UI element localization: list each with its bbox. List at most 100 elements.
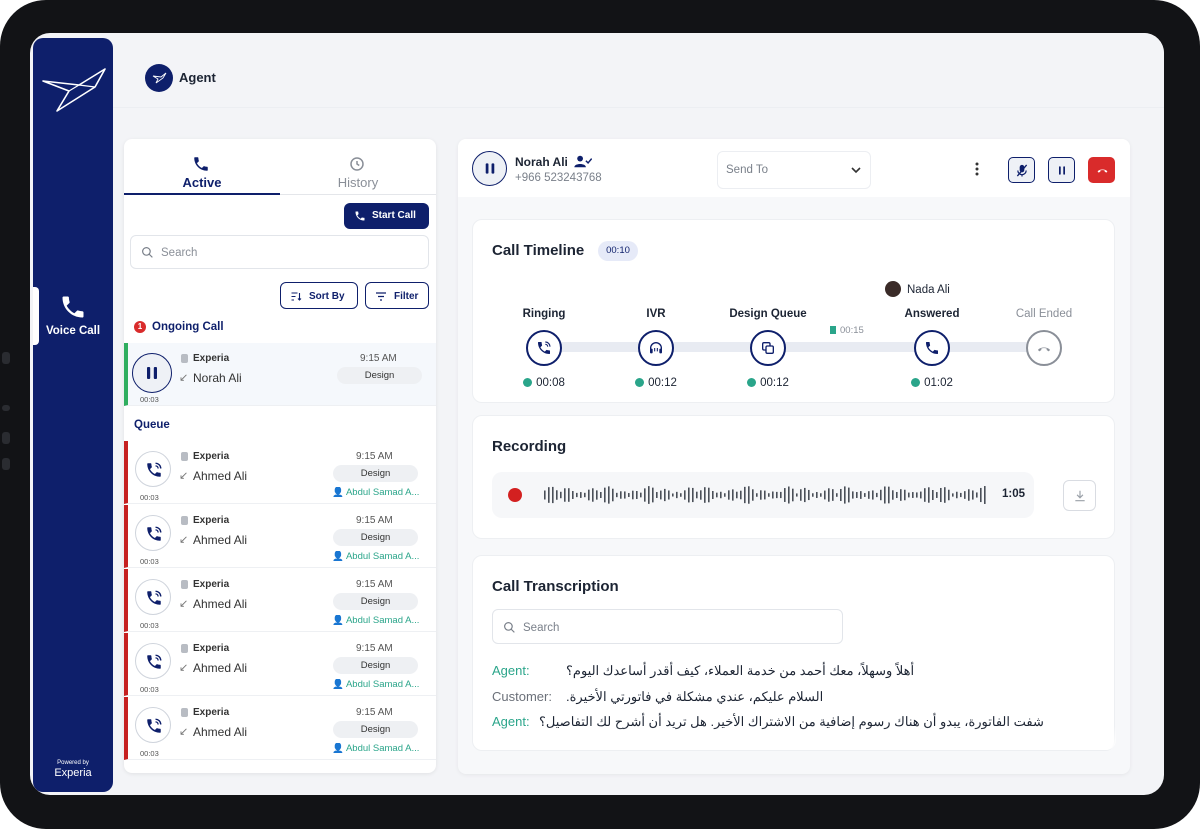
queue-row[interactable]: 00:03 Experia ↙ Ahmed Ali 9:15 AM Design … — [124, 505, 436, 568]
download-button[interactable] — [1063, 480, 1096, 511]
waveform-bar — [932, 490, 934, 500]
waveform-bar — [592, 488, 594, 502]
waveform-bar — [596, 490, 598, 500]
pause-icon — [147, 367, 157, 379]
waveform-bar — [856, 492, 858, 498]
waveform-bar — [824, 490, 826, 500]
waveform-bar — [576, 492, 578, 498]
call-duration: 00:03 — [140, 685, 159, 694]
step-label: Design Queue — [729, 308, 807, 320]
queue-row[interactable]: 00:03 Experia ↙ Ahmed Ali 9:15 AM Design … — [124, 441, 436, 504]
transcript-text: السلام عليكم، عندي مشكلة في فاتورتي الأخ… — [566, 689, 824, 704]
transcript-line: Agent: أهلاً وسهلاً، معك أحمد من خدمة ال… — [492, 663, 1096, 678]
waveform-bar — [740, 490, 742, 500]
start-call-button[interactable]: Start Call — [344, 203, 429, 229]
step-time: 00:12 — [601, 377, 711, 389]
timeline-step-call-ended: Call Ended — [989, 308, 1099, 371]
timeline-step-design-queue: Design Queue 00:12 — [713, 308, 823, 389]
queue-row[interactable]: 00:03 Experia ↙ Ahmed Ali 9:15 AM Design … — [124, 569, 436, 632]
tablet-frame: Voice Call Powered by Experia Agent Acti… — [0, 0, 1200, 829]
step-node — [526, 330, 562, 366]
transcription-search-placeholder: Search — [523, 622, 560, 634]
waveform-bar — [736, 491, 738, 499]
assignee: 👤 Abdul Samad A... — [332, 487, 420, 498]
waveform-bar — [936, 492, 938, 498]
transcription-search-input[interactable]: Search — [492, 609, 843, 644]
waveform-bar — [872, 490, 874, 500]
waveform-bar — [672, 493, 674, 497]
waveform-bar — [896, 491, 898, 499]
call-detail-panel: Norah Ali +966 523243768 Send To Call Ti… — [458, 139, 1130, 774]
waveform-bar — [900, 489, 902, 501]
hold-call-button[interactable] — [472, 151, 507, 186]
end-call-button[interactable] — [1088, 157, 1115, 183]
waveform-bar — [760, 490, 762, 500]
calls-panel: Active History Start Call Search Sort By… — [124, 139, 436, 773]
waveform-bar — [676, 491, 678, 499]
waveform-bar — [912, 492, 914, 498]
queue-tag: Design — [337, 367, 422, 384]
incoming-arrow-icon: ↙ — [179, 726, 189, 738]
waveform-bar — [808, 489, 810, 501]
waveform-bar — [548, 487, 550, 503]
phone-icon — [355, 211, 365, 221]
step-time: 00:08 — [489, 377, 599, 389]
ongoing-call-row[interactable]: 00:03 Experia ↙ Norah Ali 9:15 AM Design — [124, 343, 436, 406]
waveform[interactable] — [544, 481, 989, 509]
sidebar: Voice Call Powered by Experia — [33, 38, 113, 792]
call-timeline-title: Call Timeline — [492, 242, 585, 259]
waveform-bar — [812, 493, 814, 497]
assignee: 👤 Abdul Samad A... — [332, 551, 420, 562]
hold-button[interactable] — [1048, 157, 1075, 183]
incoming-arrow-icon: ↙ — [179, 662, 189, 674]
waveform-bar — [840, 488, 842, 502]
audio-player[interactable]: 1:05 — [492, 472, 1034, 518]
waveform-bar — [944, 487, 946, 503]
step-label: IVR — [646, 308, 666, 320]
company-name: Experia — [181, 643, 229, 654]
incoming-arrow-icon: ↙ — [179, 372, 189, 384]
nav-voice-call-label: Voice Call — [45, 325, 101, 337]
transcript-line: Customer: السلام عليكم، عندي مشكلة في فا… — [492, 689, 1096, 704]
filter-button[interactable]: Filter — [365, 282, 429, 309]
pause-call-button[interactable] — [132, 353, 172, 393]
queue-row[interactable]: 00:03 Experia ↙ Ahmed Ali 9:15 AM Design … — [124, 633, 436, 696]
phone-ringing-icon — [538, 341, 551, 354]
waveform-bar — [652, 487, 654, 503]
more-options-icon[interactable] — [974, 161, 980, 177]
step-time: 00:12 — [713, 377, 823, 389]
answering-agent: Nada Ali — [885, 281, 950, 297]
answer-call-button[interactable] — [135, 707, 171, 743]
tab-active[interactable]: Active — [124, 139, 280, 195]
company-name: Experia — [181, 707, 229, 718]
waveform-bar — [704, 487, 706, 503]
tab-history-label: History — [337, 175, 379, 190]
queue-row[interactable]: 00:03 Experia ↙ Ahmed Ali 9:15 AM Design … — [124, 697, 436, 760]
phone-icon — [194, 157, 208, 171]
agent-avatar[interactable] — [145, 64, 173, 92]
waveform-bar — [924, 488, 926, 502]
tab-history[interactable]: History — [280, 139, 436, 195]
sort-by-button[interactable]: Sort By — [280, 282, 358, 309]
step-time-value: 00:12 — [648, 377, 677, 389]
waveform-bar — [692, 487, 694, 503]
mute-button[interactable] — [1008, 157, 1035, 183]
answer-call-button[interactable] — [135, 579, 171, 615]
answer-call-button[interactable] — [135, 643, 171, 679]
search-input[interactable]: Search — [130, 235, 429, 269]
waveform-bar — [648, 486, 650, 504]
send-to-dropdown[interactable]: Send To — [717, 151, 871, 189]
waveform-bar — [640, 492, 642, 498]
device-side-button — [2, 432, 10, 444]
waveform-bar — [948, 489, 950, 501]
waveform-bar — [660, 490, 662, 500]
answer-call-button[interactable] — [135, 515, 171, 551]
waveform-bar — [560, 491, 562, 499]
powered-by: Powered by Experia — [33, 760, 113, 779]
call-duration: 00:03 — [140, 749, 159, 758]
waveform-bar — [556, 490, 558, 500]
phone-ringing-icon — [147, 526, 162, 541]
nav-voice-call[interactable]: Voice Call — [33, 283, 113, 347]
answer-call-button[interactable] — [135, 451, 171, 487]
user-check-icon — [574, 155, 593, 168]
